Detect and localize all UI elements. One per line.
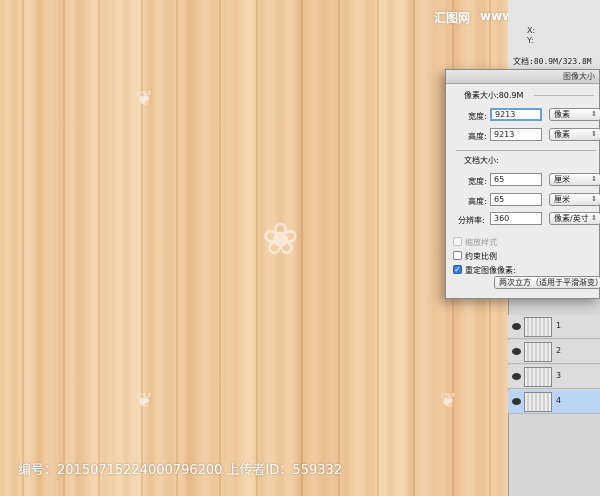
chevron-updown-icon: ⇕ <box>591 110 597 118</box>
wood-grain <box>413 0 415 496</box>
brand-logo: 汇图网 <box>434 11 471 25</box>
watermark-icon: ❦ <box>136 86 153 110</box>
dialog-title: 图像大小 <box>446 70 599 84</box>
wood-texture-canvas <box>0 0 508 496</box>
watermark-icon: ❦ <box>136 388 153 412</box>
unit-label: 像素 <box>554 110 570 119</box>
resolution-input[interactable]: 360 <box>490 212 542 225</box>
eye-icon[interactable] <box>512 348 521 355</box>
document-size-heading: 文档大小: <box>464 156 499 165</box>
unit-label: 厘米 <box>554 175 570 184</box>
wood-grain <box>176 0 178 496</box>
scale-styles-checkbox[interactable] <box>453 237 462 246</box>
chevron-updown-icon: ⇕ <box>591 175 597 183</box>
wood-grain <box>219 0 221 496</box>
doc-size-readout: 文档:80.9M/323.8M <box>513 57 592 66</box>
layer-name: 2 <box>556 346 562 355</box>
wood-grain <box>301 0 303 496</box>
wood-grain <box>377 0 379 496</box>
scale-styles-label: 缩放样式 <box>465 238 497 247</box>
layer-name: 4 <box>556 396 562 405</box>
resolution-unit-select[interactable]: 像素/英寸 ⇕ <box>549 212 600 225</box>
resolution-label: 分辨率: <box>458 216 485 225</box>
layer-name: 3 <box>556 371 562 380</box>
group-divider <box>456 150 596 151</box>
unit-label: 像素 <box>554 130 570 139</box>
resample-image-checkbox[interactable]: ✓ <box>453 265 462 274</box>
chevron-updown-icon: ⇕ <box>591 214 597 222</box>
image-size-dialog: 图像大小 像素大小:80.9M 宽度: 9213 像素 ⇕ 高度: 9213 像素… <box>445 69 600 299</box>
layer-thumbnail <box>524 342 552 362</box>
resample-method-select[interactable]: 两次立方（适用于平滑渐变） <box>494 276 600 289</box>
layer-row[interactable]: 3 <box>508 365 600 389</box>
doc-height-unit-select[interactable]: 厘米 ⇕ <box>549 193 600 206</box>
pixel-width-unit-select[interactable]: 像素 ⇕ <box>549 108 600 121</box>
doc-height-input[interactable]: 65 <box>490 193 542 206</box>
layer-row[interactable]: 1 <box>508 315 600 339</box>
unit-label: 像素/英寸 <box>554 214 589 223</box>
doc-width-label: 宽度: <box>468 177 487 186</box>
layer-thumbnail <box>524 392 552 412</box>
pixel-dimensions-heading: 像素大小:80.9M <box>464 91 524 100</box>
eye-icon[interactable] <box>512 373 521 380</box>
eye-icon[interactable] <box>512 398 521 405</box>
layer-thumbnail <box>524 317 552 337</box>
doc-width-unit-select[interactable]: 厘米 ⇕ <box>549 173 600 186</box>
wood-grain <box>338 0 340 496</box>
wood-grain <box>63 0 65 496</box>
chevron-updown-icon: ⇕ <box>591 130 597 138</box>
wood-grain <box>256 0 258 496</box>
wood-grain <box>22 0 24 496</box>
doc-width-input[interactable]: 65 <box>490 173 542 186</box>
layer-row[interactable]: 4 <box>508 390 600 414</box>
pixel-height-unit-select[interactable]: 像素 ⇕ <box>549 128 600 141</box>
pixel-width-label: 宽度: <box>468 112 487 121</box>
unit-label: 厘米 <box>554 195 570 204</box>
wood-grain <box>141 0 143 496</box>
wood-grain <box>98 0 100 496</box>
watermark-icon: ❦ <box>440 388 457 412</box>
eye-icon[interactable] <box>512 323 521 330</box>
pixel-height-label: 高度: <box>468 132 487 141</box>
info-coordinates: X: Y: <box>527 26 535 46</box>
group-divider <box>534 95 594 96</box>
pixel-height-input[interactable]: 9213 <box>490 128 542 141</box>
center-watermark-icon: ❀ <box>262 214 299 265</box>
constrain-proportions-checkbox[interactable] <box>453 251 462 260</box>
layer-thumbnail <box>524 367 552 387</box>
image-caption: 编号：20150715224000796200 上传者ID：559332 <box>18 463 343 478</box>
layer-name: 1 <box>556 321 562 330</box>
pixel-width-input[interactable]: 9213 <box>490 108 542 121</box>
layer-row[interactable]: 2 <box>508 340 600 364</box>
resample-image-label: 重定图像像素: <box>465 266 516 275</box>
x-label: X: <box>527 26 536 35</box>
constrain-proportions-label: 约束比例 <box>465 252 497 261</box>
chevron-updown-icon: ⇕ <box>591 195 597 203</box>
doc-height-label: 高度: <box>468 197 487 206</box>
y-label: Y: <box>527 36 534 45</box>
